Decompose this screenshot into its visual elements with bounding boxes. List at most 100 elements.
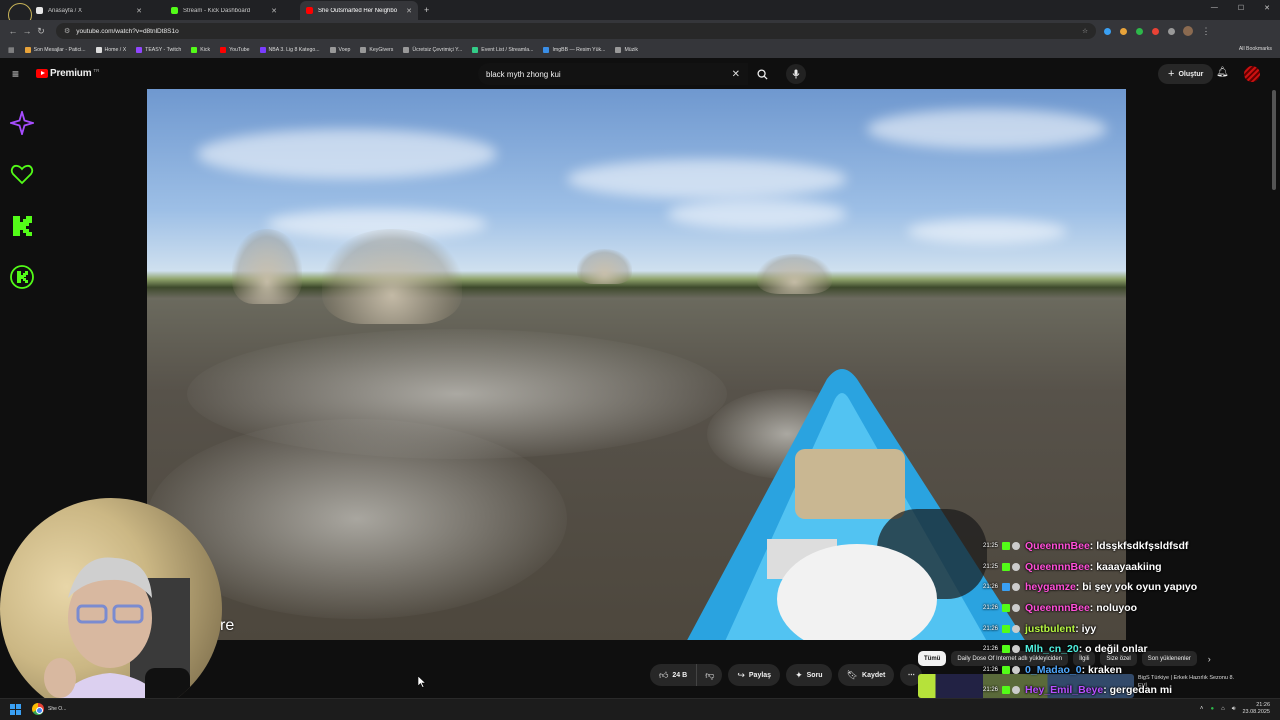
- chat-message: 21:25 QueennnBee: kaaayaakiing: [980, 557, 1280, 578]
- close-window-icon[interactable]: ✕: [1264, 4, 1270, 12]
- bookmark-label: TEASY - Twitch: [145, 47, 182, 53]
- chat-username[interactable]: Hey_Emil_Beye: [1025, 684, 1103, 696]
- bookmark-item[interactable]: Müzik: [615, 47, 638, 53]
- extensions-puzzle-icon[interactable]: [1168, 27, 1175, 35]
- bookmark-item[interactable]: Event List / Streamla...: [472, 47, 533, 53]
- search-input[interactable]: black myth zhong kui ✕: [478, 63, 748, 85]
- chat-username[interactable]: heygamze: [1025, 581, 1076, 593]
- network-icon[interactable]: ⌂: [1221, 706, 1225, 712]
- bookmark-favicon-icon: [472, 47, 479, 53]
- back-icon[interactable]: ←: [6, 26, 20, 36]
- user-avatar[interactable]: [1244, 66, 1260, 82]
- chat-text: : iyy: [1075, 622, 1097, 635]
- heart-icon: [10, 164, 34, 185]
- bookmark-item[interactable]: Son Mesajlar - Patici...: [24, 47, 86, 53]
- chat-timestamp: 21:26: [983, 646, 999, 653]
- hamburger-menu-icon[interactable]: ≡: [12, 67, 19, 81]
- bookmark-item[interactable]: Voep: [329, 47, 350, 53]
- forward-icon[interactable]: →: [20, 26, 34, 36]
- close-tab-icon[interactable]: ✕: [271, 7, 277, 15]
- kick-logo-icon: [13, 216, 32, 236]
- youtube-logo[interactable]: Premium TR: [36, 68, 99, 79]
- tray-app-icon[interactable]: ●: [1210, 706, 1214, 712]
- chat-username[interactable]: 0_Madao_0: [1025, 664, 1082, 676]
- url-text: youtube.com/watch?v=d8tnlDt8S1o: [76, 27, 179, 35]
- plus-icon: +: [1168, 68, 1175, 80]
- user-badge-icon: [1012, 583, 1021, 592]
- clear-search-icon[interactable]: ✕: [732, 69, 740, 80]
- address-bar[interactable]: ⚙ youtube.com/watch?v=d8tnlDt8S1o ☆: [56, 23, 1096, 39]
- extension-icon[interactable]: [1136, 27, 1143, 35]
- bookmark-favicon-icon: [329, 47, 336, 53]
- chat-username[interactable]: QueennnBee: [1025, 561, 1090, 573]
- clock[interactable]: 21:26 23.08.2025: [1242, 702, 1270, 716]
- stream-chat-overlay: 21:25 QueennnBee: ldsşkfsdkfşsldfsdf 21:25…: [980, 536, 1280, 720]
- browser-tab[interactable]: Anasayfa / X ✕: [30, 1, 148, 20]
- bookmark-item[interactable]: TEASY - Twitch: [136, 47, 181, 53]
- menu-kebab-icon[interactable]: ⋮: [1199, 26, 1213, 37]
- streamer-image: [44, 557, 190, 720]
- bookmark-item[interactable]: YouTube: [220, 47, 250, 53]
- browser-tab[interactable]: She Outsmarted Her Neighbo ✕: [300, 1, 418, 20]
- browser-tab[interactable]: Stream - Kick Dashboard ✕: [165, 1, 283, 20]
- chat-username[interactable]: QueennnBee: [1025, 540, 1090, 552]
- all-bookmarks-button[interactable]: All Bookmarks: [1239, 46, 1272, 52]
- save-button[interactable]: 🔖︎ Kaydet: [837, 664, 895, 686]
- create-label: Oluştur: [1178, 70, 1204, 78]
- apps-grid-icon[interactable]: ▦: [8, 46, 15, 54]
- kick-badge-icon: [1002, 645, 1011, 654]
- chat-text: : noluyoo: [1089, 602, 1138, 615]
- bookmark-item[interactable]: Ücretsiz Çevrimiçi Y...: [403, 47, 462, 53]
- chat-username[interactable]: Mlh_cn_20: [1025, 643, 1079, 655]
- extension-icon[interactable]: [1120, 27, 1127, 35]
- clock-date: 23.08.2025: [1242, 709, 1270, 715]
- chrome-taskbar-icon[interactable]: [32, 703, 44, 715]
- chat-timestamp: 21:26: [983, 687, 999, 694]
- chat-username[interactable]: justbulent: [1025, 623, 1075, 635]
- bookmark-label: Event List / Streamla...: [481, 47, 534, 53]
- bookmark-item[interactable]: NBA 3. Lig 8 Katego...: [259, 47, 320, 53]
- chevron-up-icon[interactable]: ˄: [1200, 706, 1204, 712]
- volume-icon[interactable]: 🔊︎: [1232, 706, 1236, 713]
- page-scrollbar[interactable]: [1272, 90, 1276, 190]
- logo-text: Premium: [50, 68, 92, 79]
- bookmark-favicon-icon: [259, 47, 266, 53]
- user-badge-icon: [1012, 645, 1021, 654]
- chat-username[interactable]: QueennnBee: [1025, 602, 1090, 614]
- new-tab-button[interactable]: +: [424, 1, 429, 20]
- bookmark-item[interactable]: KeyGivers: [360, 47, 393, 53]
- minimize-icon[interactable]: —: [1211, 4, 1218, 12]
- notifications-bell-icon[interactable]: 🔔︎: [1216, 67, 1229, 78]
- dislike-button[interactable]: 👎︎: [697, 664, 723, 686]
- share-button[interactable]: ↪ Paylaş: [728, 664, 781, 686]
- bookmark-item[interactable]: Kick: [191, 47, 210, 53]
- chat-text: : o değil onlar: [1078, 643, 1148, 656]
- extension-icon[interactable]: [1152, 27, 1159, 35]
- close-tab-icon[interactable]: ✕: [406, 7, 412, 15]
- extension-icon[interactable]: [1104, 27, 1111, 35]
- tab-favicon-icon: [306, 7, 313, 14]
- bookmark-label: ImgBB — Resim Yük...: [552, 47, 606, 53]
- bookmark-item[interactable]: ImgBB — Resim Yük...: [543, 47, 605, 53]
- close-tab-icon[interactable]: ✕: [136, 7, 142, 15]
- create-button[interactable]: + Oluştur: [1158, 64, 1214, 84]
- filter-chip[interactable]: Tümü: [918, 651, 947, 666]
- bookmark-star-icon[interactable]: ☆: [1082, 27, 1088, 35]
- voice-search-button[interactable]: [786, 64, 806, 84]
- search-button[interactable]: [748, 63, 776, 85]
- windows-start-icon[interactable]: [10, 704, 21, 715]
- reload-icon[interactable]: ↻: [34, 26, 48, 37]
- maximize-icon[interactable]: ☐: [1238, 4, 1244, 12]
- like-button[interactable]: 👍︎ 24 B: [650, 664, 698, 686]
- clock-time: 21:26: [1256, 702, 1270, 708]
- ask-button[interactable]: ✦ Soru: [786, 664, 832, 686]
- site-info-icon[interactable]: ⚙: [64, 27, 70, 35]
- user-badge-icon: [1012, 542, 1021, 551]
- profile-avatar[interactable]: [1183, 26, 1193, 36]
- chat-message: 21:26 heygamze: bi şey yok oyun yapıyo: [980, 577, 1280, 598]
- taskbar-app-label: She O...: [48, 706, 67, 712]
- video-actions: 👍︎ 24 B 👎︎ ↪ Paylaş ✦ Soru 🔖︎ Kaydet ⋯: [650, 664, 923, 686]
- search-icon: [756, 68, 768, 80]
- bookmark-item[interactable]: Home / X: [95, 47, 126, 53]
- kick-circle-icon: [10, 265, 34, 289]
